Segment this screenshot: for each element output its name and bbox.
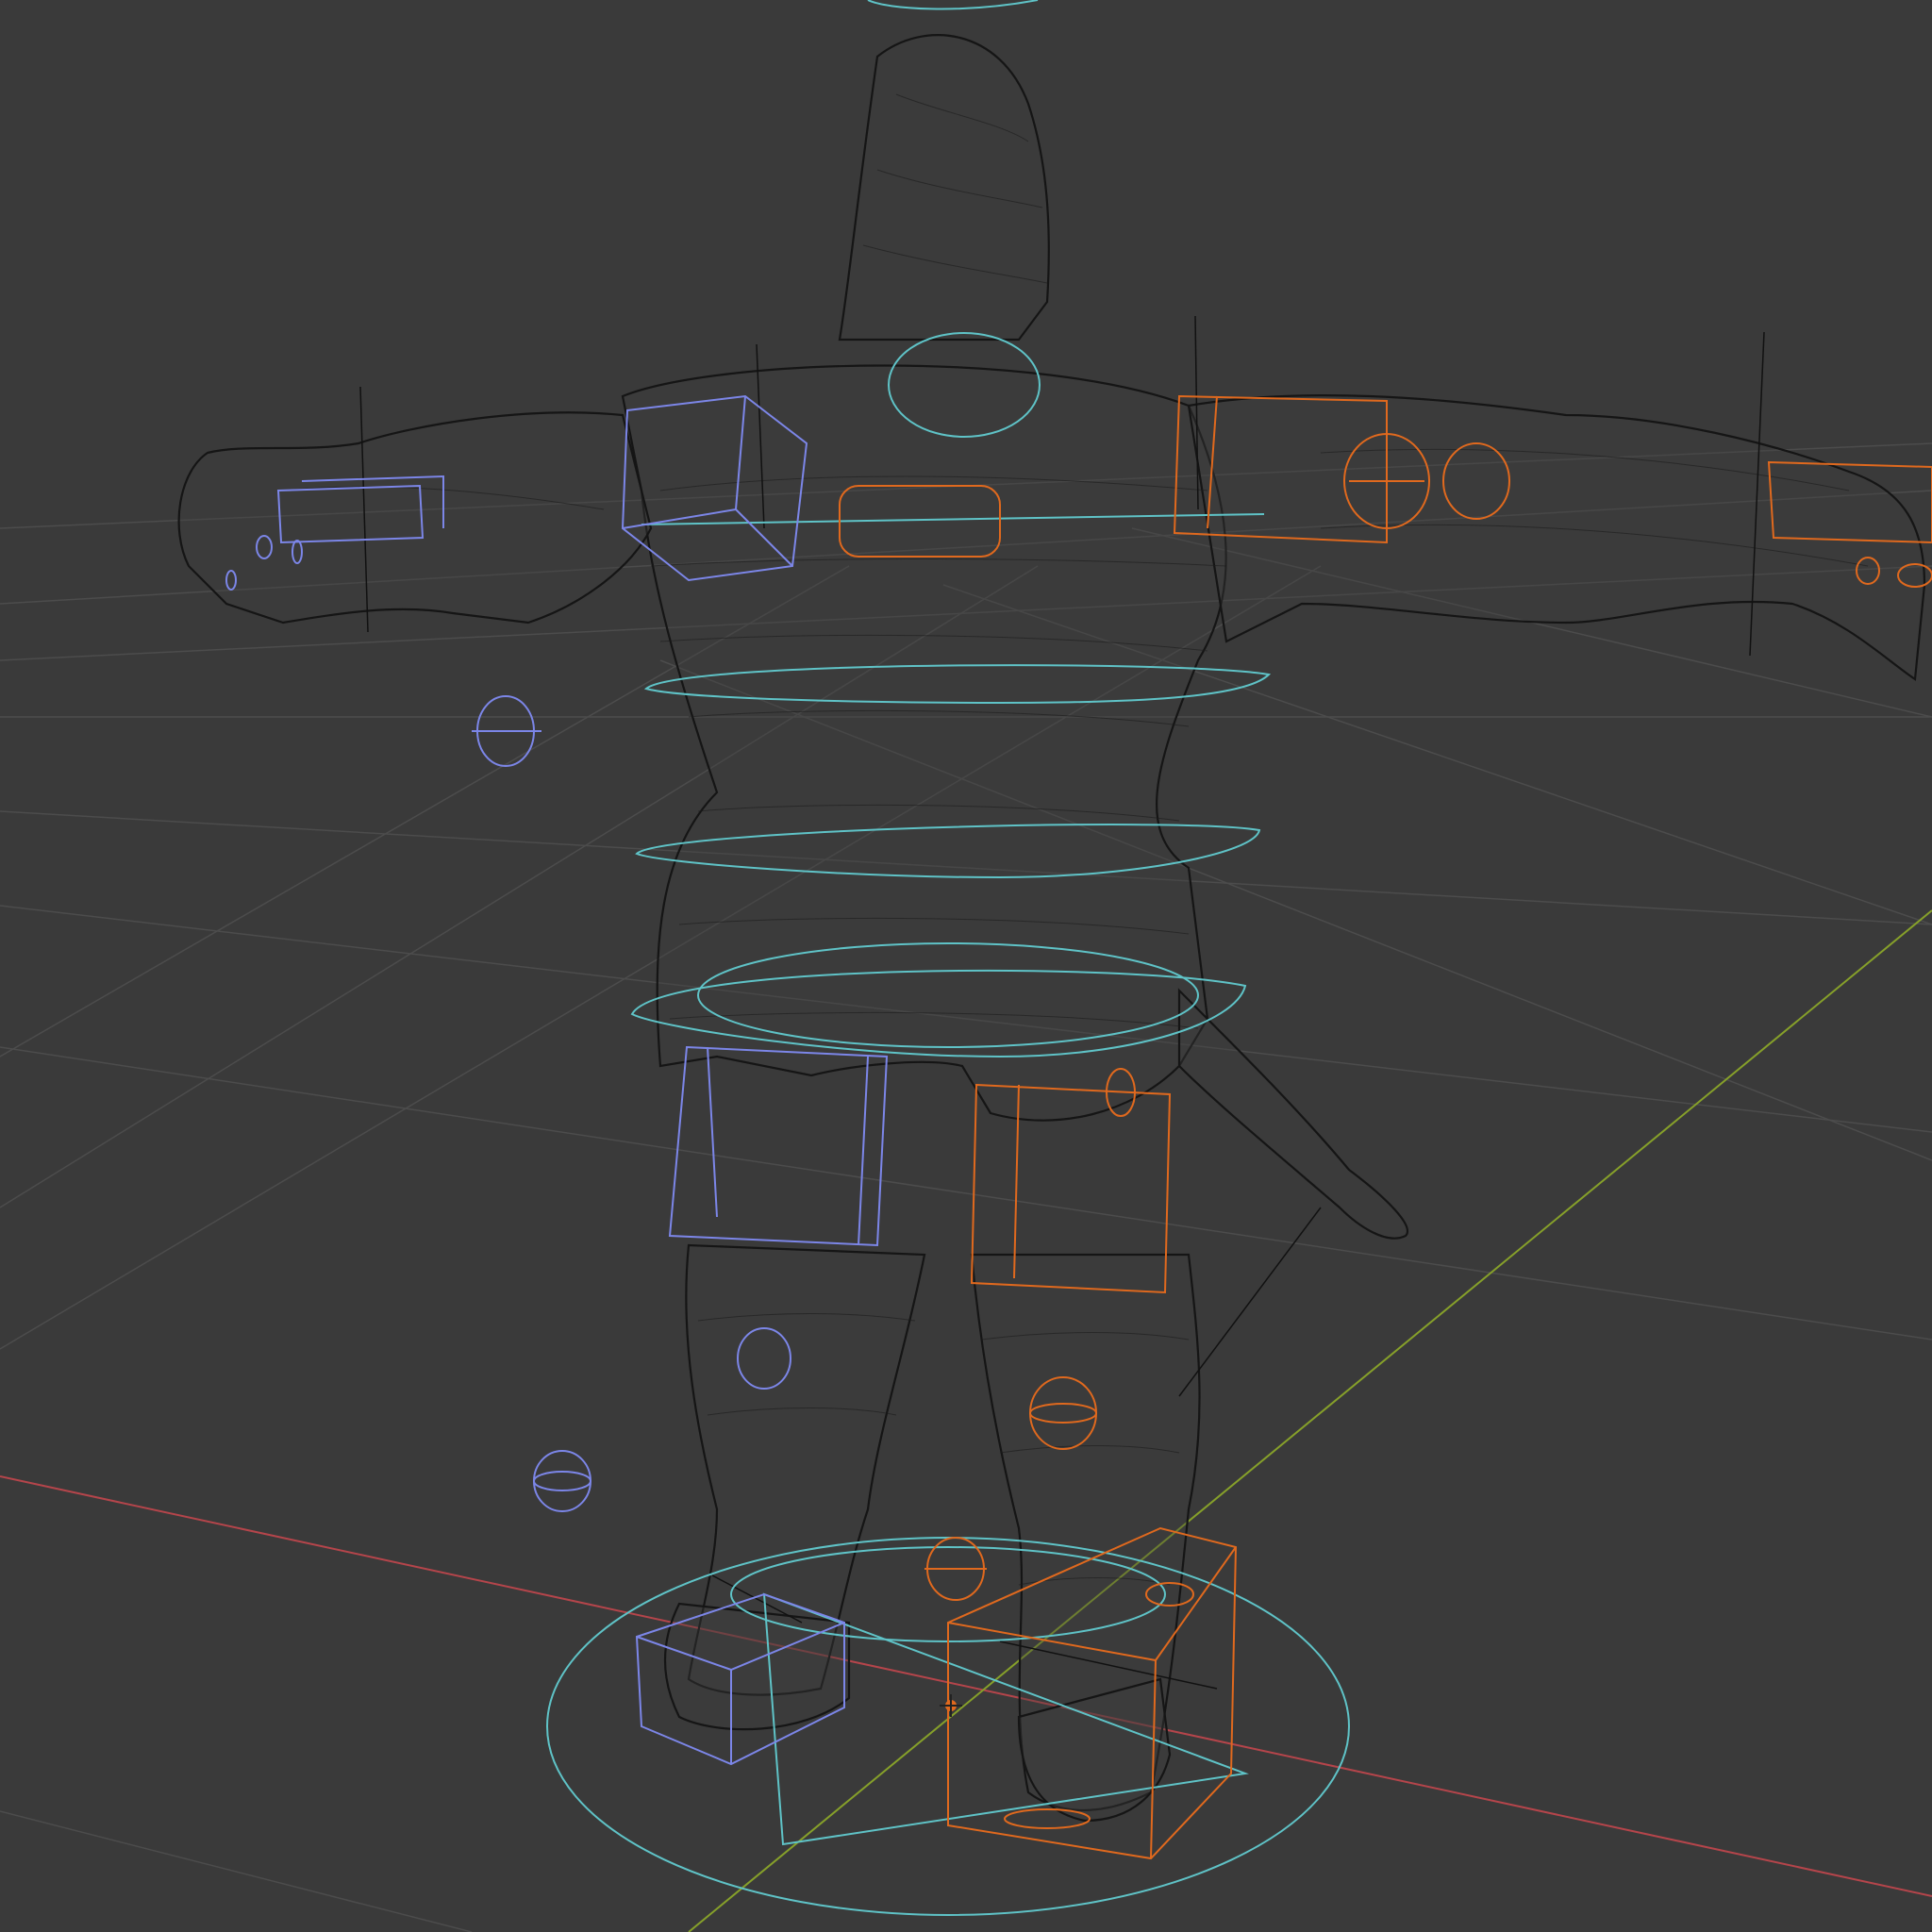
viewport-canvas[interactable] [0,0,1932,1932]
knee-pole-left-control[interactable] [533,1450,591,1512]
head-ring-control[interactable] [867,0,1039,10]
knee-pole-left-ring[interactable] [533,1471,591,1491]
3d-viewport[interactable] [0,0,1932,1932]
thigh-left-box-control[interactable] [668,1045,889,1247]
3d-cursor-icon[interactable] [940,1694,962,1717]
